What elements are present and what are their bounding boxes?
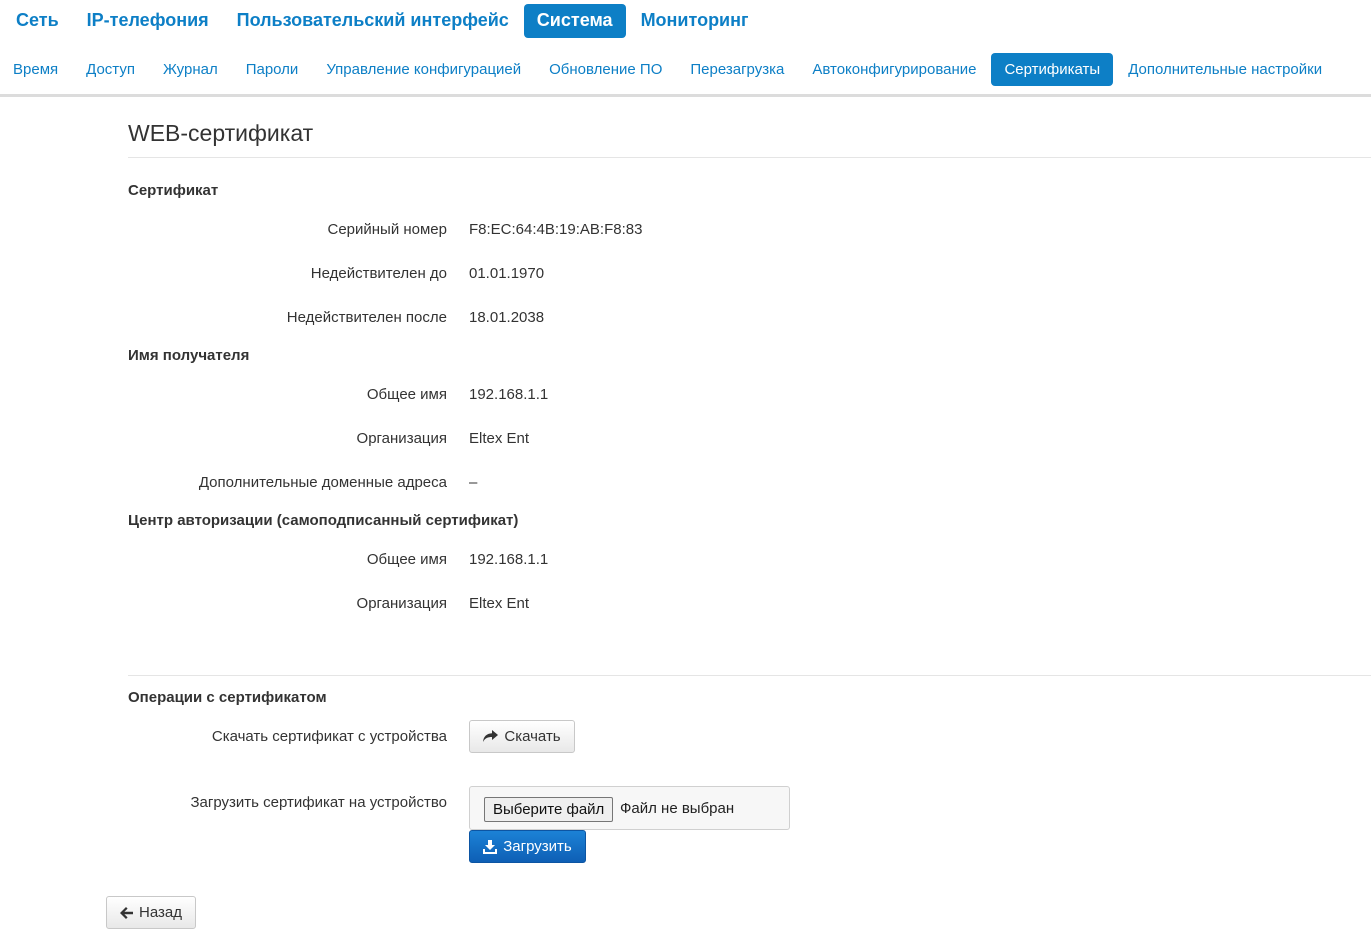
row-subject-alt-names: Дополнительные доменные адреса – [128,474,828,494]
upload-certificate-label: Загрузить сертификат на устройство [190,794,448,811]
download-button-label: Скачать [504,728,561,745]
sub-navigation: Время Доступ Журнал Пароли Управление ко… [0,53,1337,86]
download-button[interactable]: Скачать [469,720,575,753]
page-title: WEB-сертификат [128,120,314,146]
title-divider [128,157,1371,158]
issuer-organization-value: Eltex Ent [469,595,530,612]
not-before-label: Недействителен до [310,265,447,282]
subnav-item-log[interactable]: Журнал [150,53,231,86]
subnav-item-autoconfig[interactable]: Автоконфигурирование [799,53,989,86]
operations-divider [128,675,1371,676]
section-issuer-heading: Центр авторизации (самоподписанный серти… [128,512,519,529]
subject-common-name-label: Общее имя [366,386,447,403]
subnav-item-config-management[interactable]: Управление конфигурацией [313,53,534,86]
arrow-left-icon [120,906,133,919]
topnav-item-network[interactable]: Сеть [3,4,72,38]
not-after-label: Недействителен после [286,309,447,326]
subject-alt-names-value: – [469,474,478,491]
upload-button[interactable]: Загрузить [469,830,586,863]
row-subject-common-name: Общее имя 192.168.1.1 [128,386,828,406]
serial-number-label: Серийный номер [327,221,447,238]
section-subject-heading: Имя получателя [128,347,250,364]
file-status-text: Файл не выбран [620,800,735,817]
subject-organization-value: Eltex Ent [469,430,530,447]
download-tray-icon [483,839,498,854]
topnav-item-ip-telephony[interactable]: IP-телефония [74,4,222,38]
subnav-divider [0,94,1371,97]
file-input[interactable]: Выберите файл Файл не выбран [469,786,790,830]
topnav-item-monitoring[interactable]: Мониторинг [628,4,762,38]
subnav-item-time[interactable]: Время [0,53,71,86]
subnav-item-access[interactable]: Доступ [73,53,148,86]
topnav-item-system[interactable]: Система [523,4,626,38]
back-button[interactable]: Назад [106,896,196,929]
subnav-item-certificates[interactable]: Сертификаты [991,53,1114,86]
issuer-common-name-label: Общее имя [366,551,447,568]
row-not-after: Недействителен после 18.01.2038 [128,309,828,329]
upload-button-label: Загрузить [503,838,572,855]
issuer-common-name-value: 192.168.1.1 [469,551,549,568]
subnav-item-passwords[interactable]: Пароли [233,53,312,86]
row-subject-organization: Организация Eltex Ent [128,430,828,450]
section-operations-heading: Операции с сертификатом [128,689,327,706]
row-not-before: Недействителен до 01.01.1970 [128,265,828,285]
section-certificate-heading: Сертификат [128,182,219,199]
download-certificate-label: Скачать сертификат с устройства [211,728,447,745]
serial-number-value: F8:EC:64:4B:19:AB:F8:83 [469,221,643,238]
share-arrow-icon [483,730,499,743]
row-issuer-organization: Организация Eltex Ent [128,595,828,615]
topnav-item-user-interface[interactable]: Пользовательский интерфейс [224,4,522,38]
subnav-item-advanced-settings[interactable]: Дополнительные настройки [1115,53,1335,86]
subnav-item-reboot[interactable]: Перезагрузка [677,53,797,86]
not-before-value: 01.01.1970 [469,265,545,282]
subnav-item-firmware-update[interactable]: Обновление ПО [536,53,675,86]
subject-alt-names-label: Дополнительные доменные адреса [198,474,447,491]
not-after-value: 18.01.2038 [469,309,545,326]
row-serial-number: Серийный номер F8:EC:64:4B:19:AB:F8:83 [128,221,828,241]
choose-file-button[interactable]: Выберите файл [484,797,614,822]
subject-organization-label: Организация [356,430,447,447]
back-button-label: Назад [139,904,182,921]
row-issuer-common-name: Общее имя 192.168.1.1 [128,551,828,571]
issuer-organization-label: Организация [356,595,447,612]
top-navigation: Сеть IP-телефония Пользовательский интер… [3,4,764,38]
subject-common-name-value: 192.168.1.1 [469,386,549,403]
